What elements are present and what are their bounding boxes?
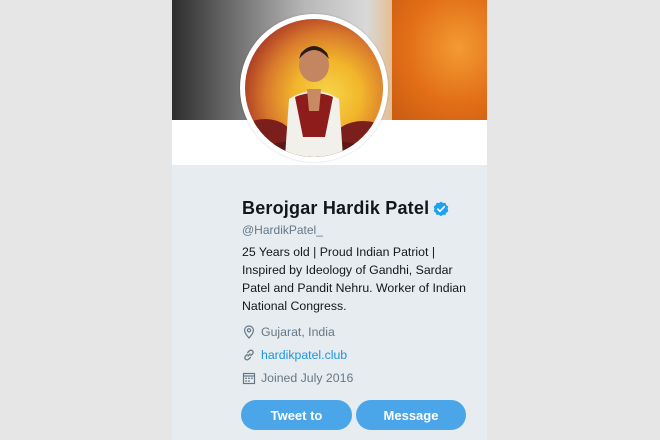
profile-handle[interactable]: @HardikPatel_ [242,223,323,237]
profile-avatar[interactable] [240,14,388,162]
profile-card: Berojgar Hardik Patel @HardikPatel_ 25 Y… [172,0,487,440]
profile-website[interactable]: hardikpatel.club [242,348,347,362]
profile-name[interactable]: Berojgar Hardik Patel [242,198,429,219]
profile-join-date: Joined July 2016 [242,371,353,385]
tweet-to-button[interactable]: Tweet to [241,400,352,430]
join-date-text: Joined July 2016 [261,371,354,385]
message-button[interactable]: Message [356,400,466,430]
profile-bio: 25 Years old | Proud Indian Patriot | In… [242,245,466,313]
profile-location: Gujarat, India [242,325,335,339]
avatar-photo [245,46,383,157]
profile-name-row: Berojgar Hardik Patel [242,198,449,219]
calendar-icon [242,372,256,385]
location-pin-icon [243,325,255,339]
website-link[interactable]: hardikpatel.club [261,348,347,362]
link-icon [244,349,254,361]
location-text: Gujarat, India [261,325,335,339]
verified-badge-icon [433,201,449,216]
